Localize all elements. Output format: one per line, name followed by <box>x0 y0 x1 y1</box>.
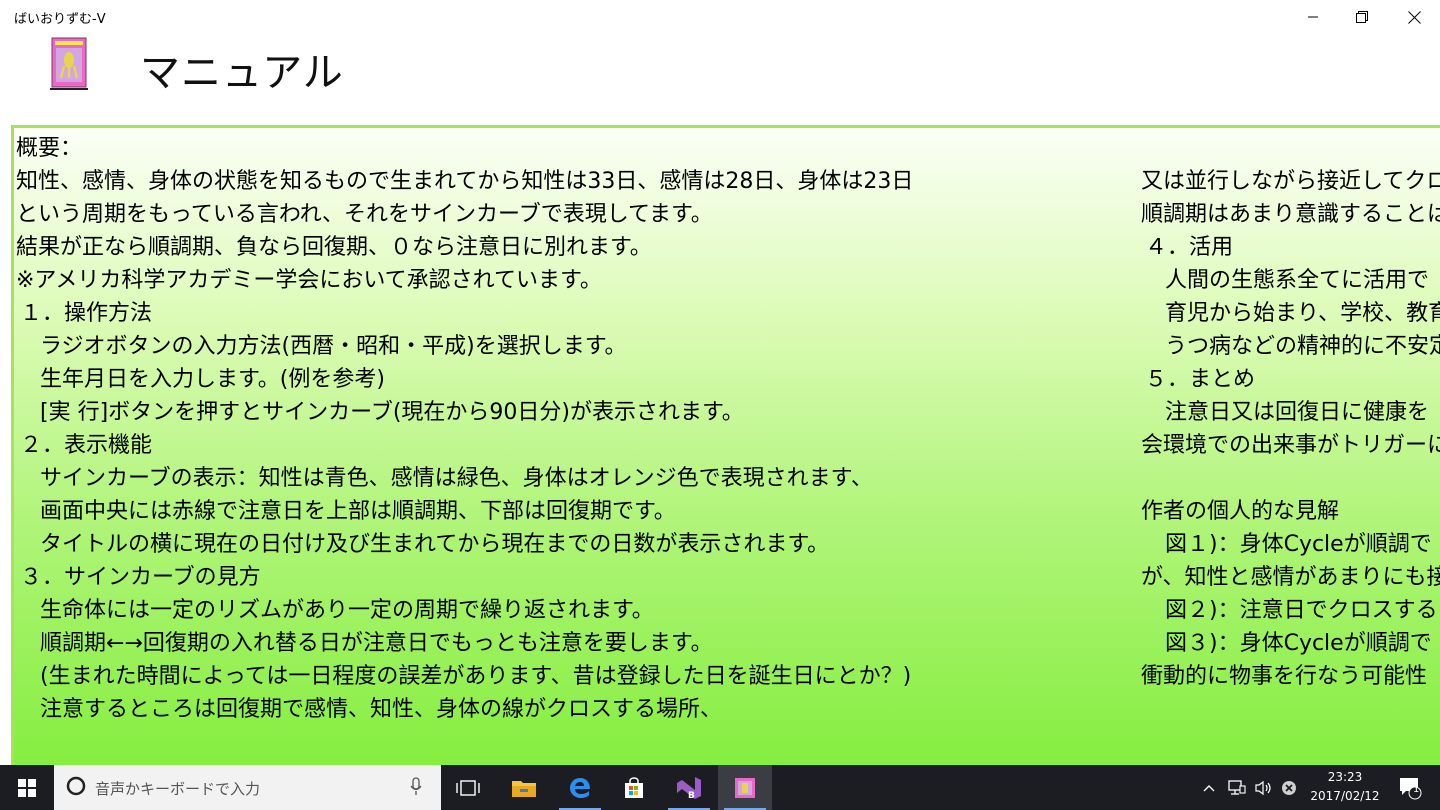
manual-line: サインカーブの表示：知性は青色、感情は緑色、身体はオレンジ色で表現されます、 <box>40 466 873 491</box>
manual-line: 会環境での出来事がトリガーに <box>1141 433 1440 458</box>
manual-column-left: 概要： 知性、感情、身体の状態を知るもので生まれてから知性は33日、感情は28日… <box>16 132 913 726</box>
restore-button[interactable] <box>1339 0 1385 34</box>
manual-line: 生命体には一定のリズムがあり一定の周期で繰り返されます。 <box>40 598 654 623</box>
network-button[interactable] <box>1225 765 1249 810</box>
manual-line: という周期をもっている言われ、それをサインカーブで表現してます。 <box>16 202 713 227</box>
blend-button[interactable]: B <box>662 765 716 810</box>
cortana-icon <box>66 776 86 796</box>
svg-text:B: B <box>688 791 695 800</box>
close-button[interactable] <box>1391 0 1437 34</box>
file-explorer-button[interactable] <box>497 765 551 810</box>
microphone-icon[interactable] <box>410 777 422 797</box>
visual-studio-blend-icon: B <box>677 776 701 800</box>
store-bag-icon <box>625 776 643 798</box>
manual-line: タイトルの横に現在の日付け及び生まれてから現在までの日数が表示されます。 <box>40 532 830 557</box>
section-heading: ４．活用 <box>1145 235 1234 260</box>
clock[interactable]: 23:23 2017/02/12 <box>1300 768 1390 806</box>
clock-time: 23:23 <box>1327 770 1363 784</box>
manual-line: うつ病などの精神的に不安定 <box>1165 334 1440 359</box>
section-heading: ２．表示機能 <box>20 433 153 458</box>
ime-disabled-icon <box>1282 780 1296 795</box>
manual-line: ラジオボタンの入力方法(西暦・昭和・平成)を選択します。 <box>40 334 627 359</box>
action-center-button[interactable]: 1 <box>1390 765 1430 810</box>
task-view-button[interactable] <box>441 765 495 810</box>
notification-count: 1 <box>1413 784 1420 795</box>
network-icon <box>1228 779 1246 795</box>
start-button[interactable] <box>0 765 54 810</box>
manual-line: 衝動的に物事を行なう可能性 <box>1141 664 1428 689</box>
search-placeholder: 音声かキーボードで入力 <box>95 780 261 798</box>
manual-line: 知性、感情、身体の状態を知るもので生まれてから知性は33日、感情は28日、身体は… <box>16 169 914 194</box>
clock-date: 2017/02/12 <box>1310 789 1380 803</box>
biorhythm-app-icon <box>735 777 755 798</box>
manual-line: が、知性と感情があまりにも接 <box>1141 565 1440 590</box>
task-view-icon <box>456 779 480 796</box>
manual-line: (生まれた時間によっては一日程度の誤差があります、昔は登録した日を誕生日にとか？… <box>40 664 912 689</box>
chevron-up-icon <box>1203 784 1215 791</box>
biorhythm-app-button[interactable] <box>718 765 772 810</box>
ime-status-button[interactable] <box>1278 765 1300 810</box>
manual-line: 概要： <box>16 136 83 161</box>
volume-button[interactable] <box>1252 765 1276 810</box>
manual-line: 注意するところは回復期で感情、知性、身体の線がクロスする場所、 <box>40 697 723 722</box>
section-heading: ３．サインカーブの見方 <box>20 565 261 590</box>
manual-line: 作者の個人的な見解 <box>1141 499 1340 524</box>
manual-line: 生年月日を入力します。(例を参考) <box>40 367 385 392</box>
manual-line: 注意日又は回復日に健康を <box>1165 400 1430 425</box>
manual-line: 人間の生態系全てに活用で <box>1165 268 1430 293</box>
close-icon <box>1407 10 1421 24</box>
restore-icon <box>1356 11 1368 23</box>
store-button[interactable] <box>607 765 661 810</box>
manual-column-right: 又は並行しながら接近してクロ 順調期はあまり意識することは ４．活用 人間の生態… <box>1141 165 1440 693</box>
folder-icon <box>512 780 536 797</box>
manual-line: 順調期はあまり意識することは <box>1141 202 1440 227</box>
minimize-icon <box>1308 16 1318 18</box>
manual-panel[interactable]: 概要： 知性、感情、身体の状態を知るもので生まれてから知性は33日、感情は28日… <box>11 125 1440 765</box>
manual-line: 図２)：注意日でクロスする <box>1165 598 1438 623</box>
manual-line: 図１)：身体Cycleが順調で <box>1165 532 1432 557</box>
window-title: ばいおりずむ-V <box>14 12 106 27</box>
manual-line: 図３)：身体Cycleが順調で <box>1165 631 1432 656</box>
title-bar: ばいおりずむ-V <box>0 0 1440 34</box>
manual-line: 順調期←→回復期の入れ替る日が注意日でもっとも注意を要します。 <box>40 631 713 656</box>
manual-line: 結果が正なら順調期、負なら回復期、０なら注意日に別れます。 <box>16 235 652 260</box>
edge-button[interactable] <box>553 765 607 810</box>
minimize-button[interactable] <box>1290 0 1336 34</box>
manual-line <box>1141 462 1440 495</box>
search-box[interactable]: 音声かキーボードで入力 <box>54 765 441 810</box>
edge-icon <box>570 777 590 798</box>
taskbar: 音声かキーボードで入力 B 23:23 2017/02/12 1 <box>0 765 1440 810</box>
biorhythm-book-icon <box>50 37 88 90</box>
page-title: マニュアル <box>140 50 344 96</box>
section-heading: ５．まとめ <box>1145 367 1256 392</box>
manual-line: ※アメリカ科学アカデミー学会において承認されています。 <box>16 268 602 293</box>
manual-line: [実 行]ボタンを押すとサインカーブ(現在から90日分)が表示されます。 <box>40 400 744 425</box>
show-hidden-icons-button[interactable] <box>1198 765 1220 810</box>
manual-line: 育児から始まり、学校、教育 <box>1165 301 1440 326</box>
speaker-icon <box>1255 780 1271 795</box>
section-heading: １．操作方法 <box>20 301 153 326</box>
manual-line: 画面中央には赤線で注意日を上部は順調期、下部は回復期です。 <box>40 499 676 524</box>
manual-line: 又は並行しながら接近してクロ <box>1141 169 1440 194</box>
windows-logo-icon <box>18 778 36 797</box>
